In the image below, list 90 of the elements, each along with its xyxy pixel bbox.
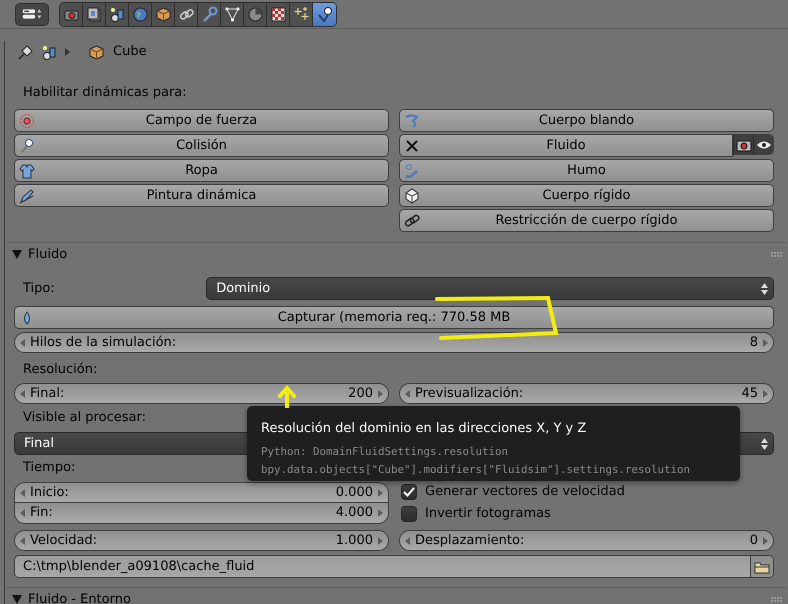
shapes-icon [108, 6, 126, 22]
image-stack-icon [86, 6, 102, 22]
increment-arrow-icon[interactable] [378, 536, 383, 544]
number-field[interactable]: Previsualización: 45 [399, 383, 774, 404]
chain-link-icon [404, 212, 420, 228]
add-physics-button[interactable]: Cuerpo blando [399, 109, 774, 132]
section-label: Resolución: [22, 361, 98, 379]
up-down-arrows-icon [761, 438, 768, 450]
check-icon [403, 487, 415, 497]
decrement-arrow-icon[interactable] [405, 390, 410, 398]
checkbox[interactable] [401, 506, 417, 522]
pin-ball-icon [316, 6, 333, 22]
properties-tab[interactable] [152, 2, 175, 26]
number-field[interactable]: Inicio: 0.000 [14, 482, 389, 503]
decrement-arrow-icon[interactable] [405, 536, 410, 544]
number-field[interactable]: Hilos de la simulación: 8 [14, 332, 774, 353]
properties-tab[interactable] [290, 2, 313, 26]
object-name: Cube [113, 43, 147, 62]
globe-icon [132, 6, 148, 22]
cube-icon [154, 6, 172, 22]
decrement-arrow-icon[interactable] [20, 536, 25, 544]
number-field[interactable]: Velocidad: 1.000 [14, 530, 389, 551]
sphere-icon [246, 6, 264, 22]
disclosure-triangle-icon[interactable] [12, 595, 22, 604]
checkbox[interactable] [401, 484, 417, 500]
field-label: Visible al procesar: [22, 409, 146, 427]
increment-arrow-icon[interactable] [763, 338, 768, 346]
remove-physics-button[interactable]: Fluido [399, 134, 733, 157]
pipe-icon [404, 162, 420, 178]
breadcrumb-arrow-icon [65, 48, 70, 56]
add-physics-button[interactable]: Humo [399, 159, 774, 182]
increment-arrow-icon[interactable] [378, 509, 383, 517]
render-toggle[interactable] [732, 134, 754, 155]
add-physics-button[interactable]: Ropa [14, 159, 389, 182]
properties-tab[interactable] [106, 2, 129, 26]
properties-tab[interactable] [83, 2, 106, 26]
properties-tab[interactable] [313, 2, 336, 26]
shapes-icon [41, 44, 57, 60]
decrement-arrow-icon[interactable] [20, 338, 25, 346]
add-physics-button[interactable]: Cuerpo rígido [399, 184, 774, 207]
tooltip-line: bpy.data.objects["Cube"].modifiers["Fluidsim"].settings.resolution [261, 462, 690, 478]
up-down-arrows-icon [761, 282, 768, 294]
checkerboard-icon [270, 6, 286, 22]
type-dropdown[interactable]: Dominio [206, 277, 774, 300]
increment-arrow-icon[interactable] [378, 488, 383, 496]
properties-tab[interactable] [267, 2, 290, 26]
visibility-toggle[interactable] [753, 134, 774, 155]
panel-title: Fluido [28, 246, 68, 264]
properties-tab[interactable] [221, 2, 244, 26]
target-icon [19, 112, 35, 128]
properties-tab[interactable] [175, 2, 198, 26]
soft-shape-icon [404, 112, 420, 128]
add-physics-button[interactable]: Restricción de cuerpo rígido [399, 209, 774, 232]
decrement-arrow-icon[interactable] [20, 509, 25, 517]
section-label: Tiempo: [22, 459, 76, 477]
editor-type-button[interactable] [15, 2, 49, 26]
cube-icon [88, 44, 105, 60]
polyhedron-icon [404, 188, 420, 204]
number-field[interactable]: Fin: 4.000 [14, 503, 389, 524]
increment-arrow-icon[interactable] [378, 390, 383, 398]
disclosure-triangle-icon[interactable] [12, 250, 22, 259]
increment-arrow-icon[interactable] [763, 536, 768, 544]
panel-title: Fluido - Entorno [28, 590, 131, 604]
eye-icon [756, 140, 772, 150]
browse-folder-button[interactable] [750, 556, 773, 577]
add-physics-button[interactable]: Campo de fuerza [14, 109, 389, 132]
sparkles-icon [292, 6, 310, 22]
brush-icon [19, 188, 35, 204]
field-label: Tipo: [22, 280, 56, 298]
section-label: Habilitar dinámicas para: [22, 84, 187, 102]
file-path-field[interactable]: C:\tmp\blender_a09108\cache_fluid [14, 555, 774, 578]
drag-handle-icon [771, 596, 783, 602]
properties-tab[interactable] [129, 2, 152, 26]
add-physics-button[interactable]: Colisión [14, 134, 389, 157]
increment-arrow-icon[interactable] [763, 390, 768, 398]
add-physics-button[interactable]: Pintura dinámica [14, 184, 389, 207]
checkbox-label: Generar vectores de velocidad [425, 483, 625, 502]
decrement-arrow-icon[interactable] [20, 488, 25, 496]
drag-handle-icon [771, 252, 783, 258]
camera-icon [736, 138, 752, 152]
shirt-icon [19, 162, 35, 178]
close-icon [404, 138, 420, 154]
arrow-drawing [278, 384, 296, 408]
bake-button[interactable]: Capturar (memoria req.: 770.58 MB [14, 306, 774, 329]
number-field[interactable]: Desplazamiento: 0 [399, 530, 774, 551]
checkbox-label: Invertir fotogramas [425, 505, 551, 524]
triangle-vertices-icon [224, 6, 240, 22]
number-field[interactable]: Final: 200 [14, 383, 389, 404]
decrement-arrow-icon[interactable] [20, 390, 25, 398]
folder-icon [754, 560, 770, 574]
